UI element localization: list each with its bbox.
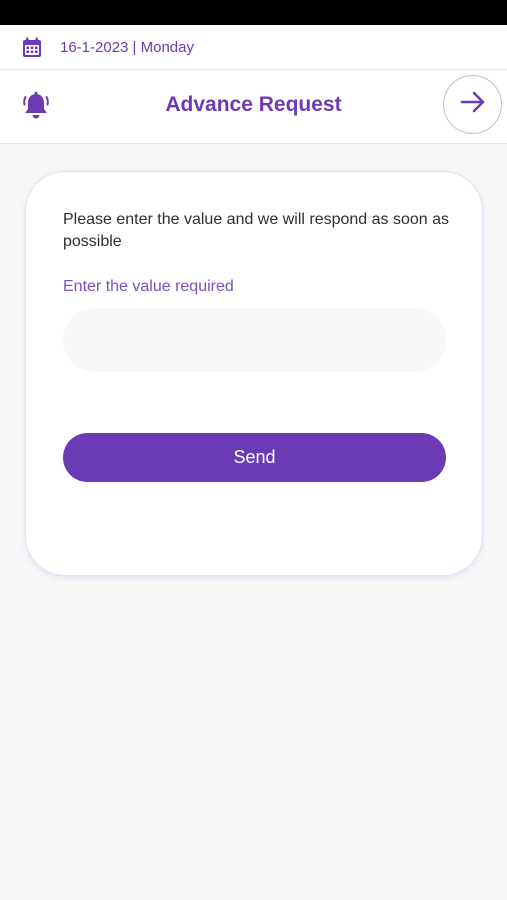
request-card: Please enter the value and we will respo… bbox=[25, 171, 483, 576]
header: Advance Request bbox=[0, 71, 507, 144]
arrow-right-icon bbox=[460, 91, 486, 118]
status-bar bbox=[0, 0, 507, 25]
page-title: Advance Request bbox=[165, 93, 342, 116]
next-button[interactable] bbox=[443, 75, 502, 134]
date-text: 16-1-2023 | Monday bbox=[60, 38, 194, 56]
calendar-icon bbox=[21, 36, 42, 58]
send-button[interactable]: Send bbox=[63, 433, 446, 482]
value-field-label: Enter the value required bbox=[63, 278, 234, 295]
date-bar: 16-1-2023 | Monday bbox=[0, 25, 507, 70]
instruction-text: Please enter the value and we will respo… bbox=[63, 211, 450, 250]
value-input[interactable] bbox=[63, 308, 446, 372]
